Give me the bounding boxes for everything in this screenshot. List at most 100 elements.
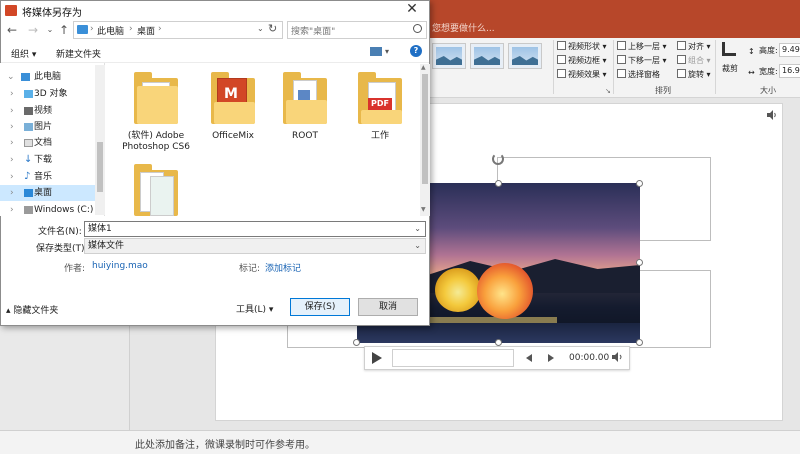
nav-item-music[interactable]: › ♪ 音乐 <box>0 169 95 185</box>
chevron-right-icon[interactable]: › <box>10 135 14 151</box>
tags-label: 标记: <box>239 264 261 274</box>
view-dropdown-icon[interactable]: ▾ <box>385 47 389 56</box>
resize-handle[interactable] <box>353 339 360 346</box>
cancel-button[interactable]: 取消 <box>358 298 418 316</box>
file-list-scrollbar-thumb[interactable] <box>422 74 428 184</box>
new-folder-button[interactable]: 新建文件夹 <box>56 47 101 60</box>
send-backward-button[interactable]: 下移一层 ▾ <box>617 55 667 66</box>
save-type-select[interactable]: 媒体文件 ⌄ <box>84 238 426 254</box>
help-icon[interactable]: ? <box>410 45 422 57</box>
view-options-icon[interactable] <box>370 47 382 56</box>
chevron-down-icon[interactable]: ⌄ <box>7 69 15 85</box>
nav-scrollbar[interactable] <box>95 65 105 215</box>
resize-handle[interactable] <box>636 180 643 187</box>
address-dropdown-icon[interactable]: ⌄ <box>257 24 264 33</box>
crop-button-label[interactable]: 裁剪 <box>722 63 738 74</box>
save-button[interactable]: 保存(S) <box>290 298 350 316</box>
volume-icon[interactable] <box>612 351 624 363</box>
file-name: Photoshop CS6 <box>122 142 190 152</box>
scroll-down-icon[interactable]: ▼ <box>421 206 426 213</box>
resize-handle[interactable] <box>495 180 502 187</box>
border-icon <box>557 55 566 64</box>
ribbon-separator <box>553 40 554 94</box>
breadcrumb-desktop[interactable]: 桌面 <box>137 24 155 37</box>
step-back-icon[interactable] <box>526 354 532 362</box>
chevron-down-icon[interactable]: ⌄ <box>414 239 421 253</box>
bring-forward-button[interactable]: 上移一层 ▾ <box>617 41 667 52</box>
rotate-button[interactable]: 旋转 ▾ <box>677 69 711 80</box>
video-style-thumbnail[interactable] <box>508 43 542 69</box>
chevron-right-icon[interactable]: › <box>10 119 14 135</box>
align-icon <box>677 41 686 50</box>
back-arrow-icon[interactable]: ← <box>5 24 19 38</box>
chevron-down-icon: ▾ <box>266 305 274 315</box>
notes-pane[interactable] <box>0 430 800 454</box>
nav-item-windows-c[interactable]: › Windows (C:) <box>0 202 95 218</box>
speaker-icon[interactable] <box>767 110 777 120</box>
crop-icon[interactable] <box>722 42 736 56</box>
align-button[interactable]: 对齐 ▾ <box>677 41 711 52</box>
resize-handle[interactable] <box>636 339 643 346</box>
video-shape-button[interactable]: 视频形状 ▾ <box>557 41 607 52</box>
forward-arrow-icon[interactable]: → <box>26 24 40 38</box>
dialog-launcher-icon[interactable]: ↘ <box>605 87 611 95</box>
video-style-thumbnail[interactable] <box>432 43 466 69</box>
height-label: ↕ 高度: <box>748 46 778 56</box>
file-item[interactable] <box>121 164 191 220</box>
breadcrumb-this-pc[interactable]: 此电脑 <box>97 24 124 37</box>
play-icon[interactable] <box>372 352 382 364</box>
recent-locations-icon[interactable]: ⌄ <box>43 24 57 38</box>
tools-button[interactable]: 工具(L) ▾ <box>236 302 273 315</box>
nav-item-downloads[interactable]: › ↓ 下载 <box>0 152 95 168</box>
nav-item-this-pc[interactable]: ⌄ 此电脑 <box>0 69 95 85</box>
media-timeline[interactable] <box>392 349 514 367</box>
nav-scrollbar-thumb[interactable] <box>97 142 103 192</box>
chevron-right-icon[interactable]: › <box>10 152 14 168</box>
nav-item-videos[interactable]: › 视频 <box>0 103 95 119</box>
nav-item-documents[interactable]: › 文档 <box>0 135 95 151</box>
chevron-down-icon[interactable]: ⌄ <box>414 222 421 236</box>
file-item[interactable]: (软件) Adobe Photoshop CS6 <box>121 72 191 153</box>
tell-me-search[interactable]: 您想要做什么... <box>432 21 495 34</box>
chevron-right-icon[interactable]: › <box>10 202 14 218</box>
chevron-right-icon[interactable]: › <box>10 185 14 201</box>
close-icon[interactable]: ✕ <box>402 2 422 18</box>
chevron-right-icon[interactable]: › <box>10 86 14 102</box>
step-forward-icon[interactable] <box>548 354 554 362</box>
selection-pane-icon <box>617 69 626 78</box>
nav-item-pictures[interactable]: › 图片 <box>0 119 95 135</box>
file-item[interactable]: M OfficeMix <box>198 72 268 142</box>
height-input[interactable]: 9.49 <box>779 43 800 57</box>
video-border-button[interactable]: 视频边框 ▾ <box>557 55 607 66</box>
pictures-icon <box>24 123 33 131</box>
group-button[interactable]: 组合 ▾ <box>677 55 711 66</box>
video-style-thumbnail[interactable] <box>470 43 504 69</box>
nav-item-3d-objects[interactable]: › 3D 对象 <box>0 86 95 102</box>
selection-pane-button[interactable]: 选择窗格 <box>617 69 660 80</box>
search-icon[interactable] <box>413 24 422 33</box>
refresh-icon[interactable]: ↻ <box>268 22 277 35</box>
video-effects-button[interactable]: 视频效果 ▾ <box>557 69 607 80</box>
chevron-right-icon[interactable]: › <box>10 169 14 185</box>
dialog-title: 将媒体另存为 <box>22 8 82 19</box>
powerpoint-app-icon <box>5 5 17 16</box>
height-icon: ↕ <box>748 47 755 56</box>
file-item[interactable]: PDF 工作 <box>345 72 415 142</box>
chevron-right-icon[interactable]: › <box>10 103 14 119</box>
filename-input[interactable]: 媒体1 ⌄ <box>84 221 426 237</box>
nav-item-desktop[interactable]: › 桌面 <box>0 185 95 201</box>
computer-icon <box>77 25 88 34</box>
author-link[interactable]: huiying.mao <box>92 261 148 271</box>
organize-button[interactable]: 组织 ▾ <box>11 47 36 60</box>
rotate-handle[interactable] <box>492 153 504 165</box>
hide-folders-toggle[interactable]: ▴ 隐藏文件夹 <box>6 303 58 316</box>
breadcrumb-separator: › <box>129 24 133 34</box>
resize-handle[interactable] <box>636 259 643 266</box>
width-input[interactable]: 16.93 <box>779 64 800 78</box>
file-item[interactable]: ROOT <box>270 72 340 142</box>
up-arrow-icon[interactable]: ↑ <box>57 24 71 38</box>
scroll-up-icon[interactable]: ▲ <box>421 64 426 71</box>
add-tags-link[interactable]: 添加标记 <box>265 261 301 274</box>
resize-handle[interactable] <box>495 339 502 346</box>
breadcrumb-separator: › <box>158 24 162 34</box>
